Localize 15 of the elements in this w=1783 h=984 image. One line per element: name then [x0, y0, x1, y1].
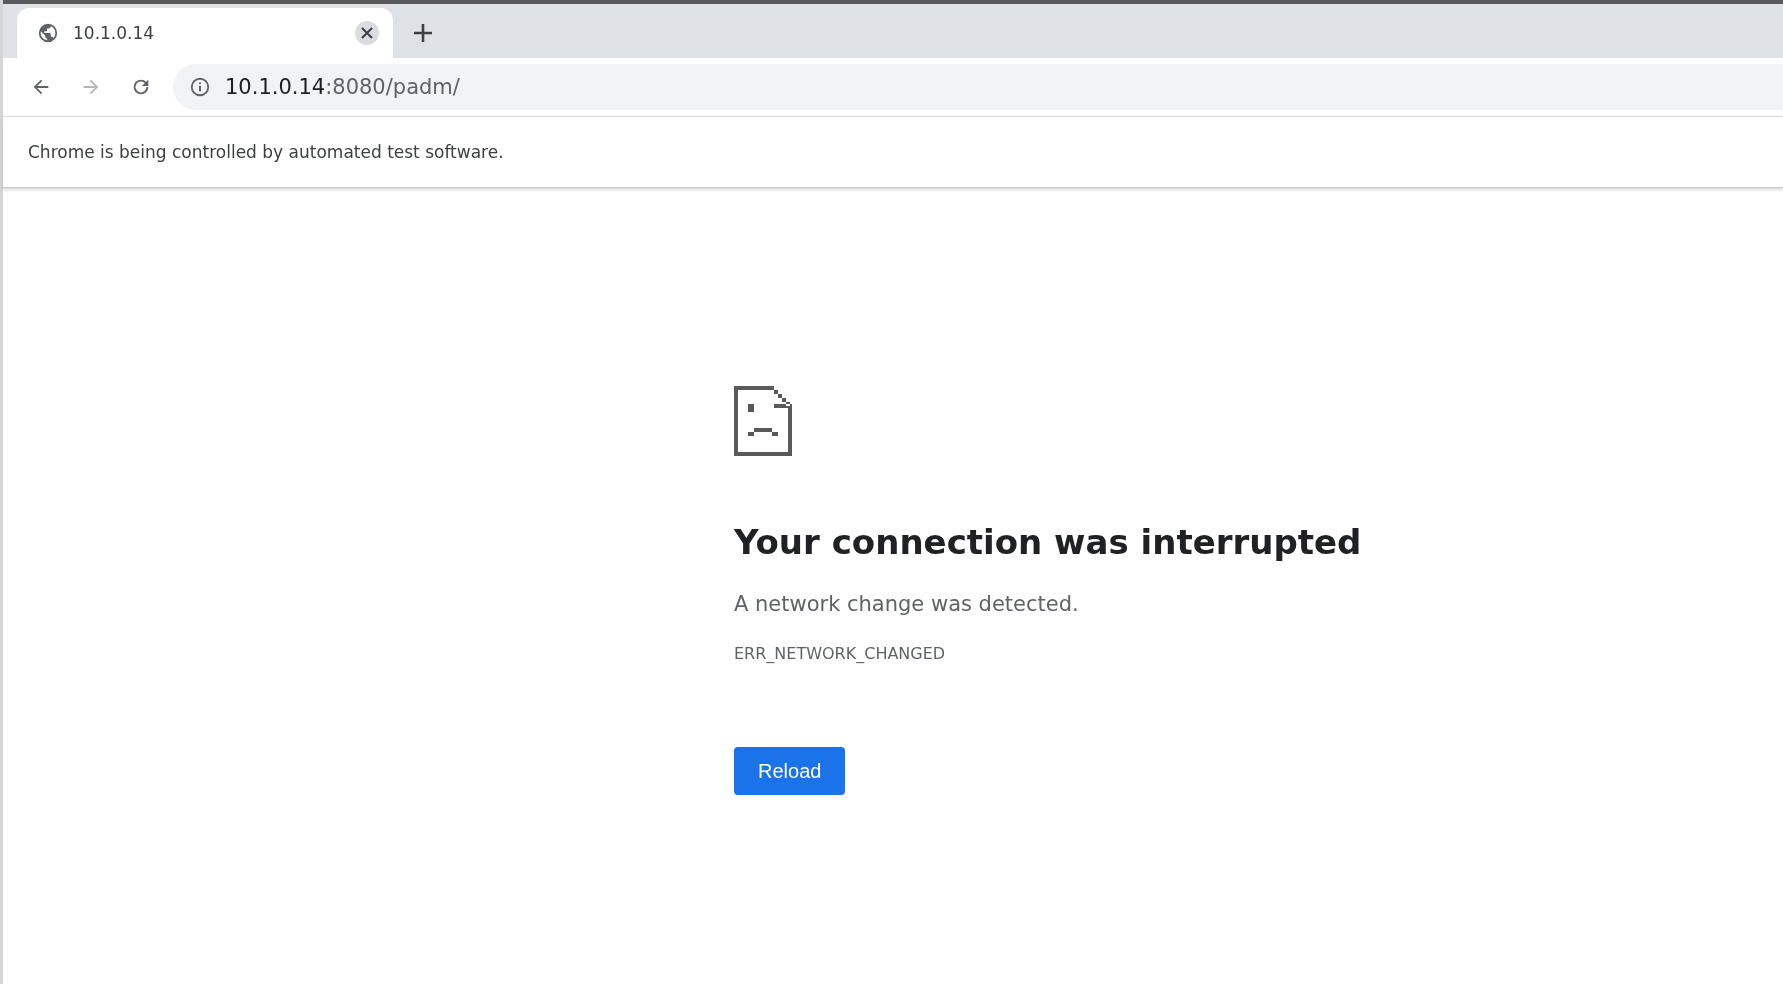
error-message: A network change was detected.	[734, 592, 1079, 616]
globe-icon	[37, 22, 59, 44]
close-icon	[361, 27, 373, 39]
infobar-text: Chrome is being controlled by automated test software.	[28, 142, 504, 162]
url-text: 10.1.0.14:8080/padm/	[225, 75, 460, 99]
error-code: ERR_NETWORK_CHANGED	[734, 644, 946, 663]
close-tab-button[interactable]	[355, 21, 379, 45]
error-heading: Your connection was interrupted	[734, 522, 1362, 562]
address-bar[interactable]: 10.1.0.14:8080/padm/	[173, 64, 1783, 110]
sad-document-icon	[734, 386, 792, 456]
reload-button[interactable]: Reload	[734, 747, 846, 795]
plus-icon	[412, 22, 434, 44]
tab-title: 10.1.0.14	[73, 23, 156, 43]
browser-tab[interactable]: 10.1.0.14	[17, 8, 393, 58]
info-icon	[189, 76, 211, 98]
